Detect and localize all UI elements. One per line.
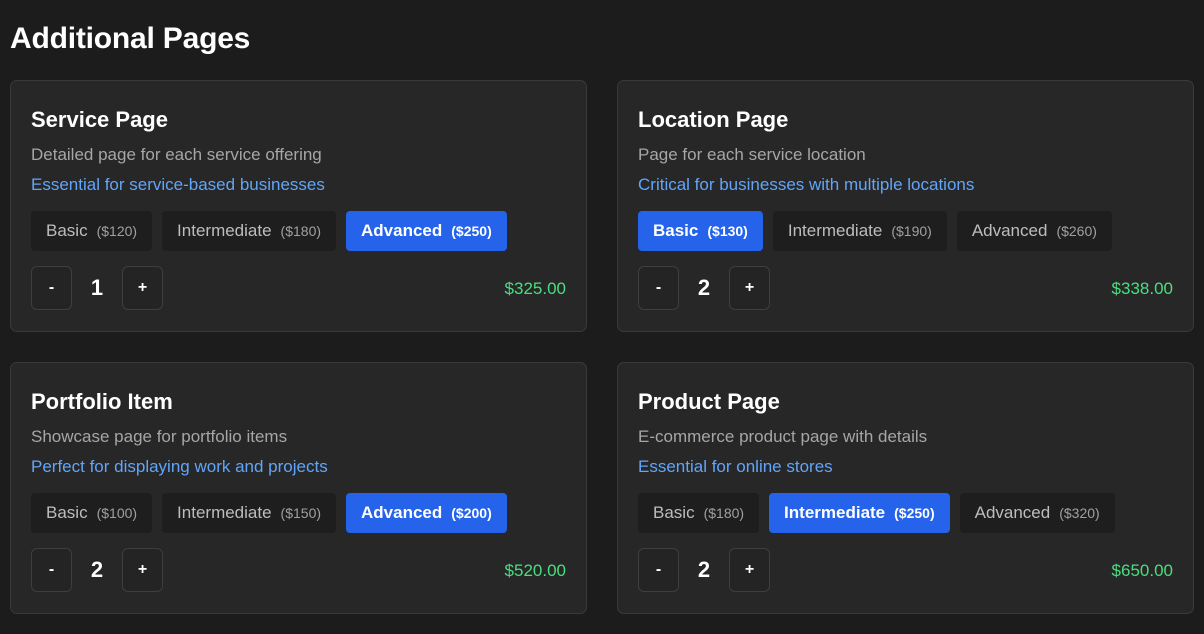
card-note: Essential for online stores [638,457,833,476]
tier-selector: Basic ($120) Intermediate ($180) Advance… [31,211,507,251]
tier-label: Advanced [974,503,1051,522]
decrement-button[interactable]: - [31,266,72,310]
card-total: $520.00 [504,561,566,580]
quantity-stepper: - 2 + [31,548,163,592]
quantity-stepper: - 2 + [638,548,770,592]
tier-label: Intermediate [787,221,883,240]
quantity-value: 1 [90,275,104,300]
quantity-value: 2 [697,557,711,582]
card-service-page: Service Page Detailed page for each serv… [10,80,587,332]
increment-button[interactable]: + [729,548,770,592]
card-note: Perfect for displaying work and projects [31,457,328,476]
tier-label: Intermediate [177,503,272,522]
tier-price: ($180) [280,223,322,239]
increment-button[interactable]: + [729,266,770,310]
card-title: Product Page [638,389,780,414]
tier-price: ($100) [96,505,138,521]
tier-advanced-button[interactable]: Advanced ($250) [346,211,507,251]
tier-price: ($200) [451,505,492,521]
tier-label: Basic [46,221,88,240]
quantity-value: 2 [697,275,711,300]
tier-price: ($190) [891,223,932,239]
card-portfolio-item: Portfolio Item Showcase page for portfol… [10,362,587,614]
quantity-stepper: - 1 + [31,266,163,310]
card-description: E-commerce product page with details [638,427,928,446]
tier-selector: Basic ($130) Intermediate ($190) Advance… [638,211,1112,251]
card-total: $338.00 [1111,279,1173,298]
tier-label: Basic [653,503,695,522]
page-title: Additional Pages [10,22,251,55]
decrement-button[interactable]: - [31,548,72,592]
tier-label: Advanced [361,221,443,240]
card-note: Critical for businesses with multiple lo… [638,175,975,194]
tier-basic-button[interactable]: Basic ($120) [31,211,153,251]
tier-intermediate-button[interactable]: Intermediate ($250) [769,493,950,533]
tier-advanced-button[interactable]: Advanced ($320) [959,493,1115,533]
decrement-button[interactable]: - [638,266,679,310]
tier-label: Intermediate [784,503,886,522]
card-title: Location Page [638,107,789,132]
tier-intermediate-button[interactable]: Intermediate ($180) [162,211,337,251]
tier-label: Intermediate [177,221,272,240]
tier-basic-button[interactable]: Basic ($180) [638,493,760,533]
card-total: $650.00 [1111,561,1173,580]
card-description: Page for each service location [638,145,866,164]
decrement-button[interactable]: - [638,548,679,592]
card-location-page: Location Page Page for each service loca… [617,80,1194,332]
tier-price: ($260) [1056,223,1097,239]
quantity-stepper: - 2 + [638,266,770,310]
tier-intermediate-button[interactable]: Intermediate ($150) [162,493,337,533]
card-note: Essential for service-based businesses [31,175,325,194]
tier-selector: Basic ($180) Intermediate ($250) Advance… [638,493,1115,533]
tier-basic-button[interactable]: Basic ($100) [31,493,153,533]
tier-intermediate-button[interactable]: Intermediate ($190) [772,211,947,251]
tier-basic-button[interactable]: Basic ($130) [638,211,763,251]
tier-advanced-button[interactable]: Advanced ($200) [346,493,507,533]
card-product-page: Product Page E-commerce product page wit… [617,362,1194,614]
tier-label: Basic [46,503,88,522]
tier-advanced-button[interactable]: Advanced ($260) [956,211,1112,251]
quantity-value: 2 [90,557,104,582]
tier-price: ($180) [703,505,745,521]
card-description: Detailed page for each service offering [31,145,322,164]
tier-price: ($320) [1059,505,1100,521]
card-title: Portfolio Item [31,389,173,414]
tier-price: ($250) [451,223,492,239]
pages-grid: Service Page Detailed page for each serv… [10,80,1194,614]
tier-price: ($250) [894,505,935,521]
tier-label: Advanced [971,221,1048,240]
tier-label: Advanced [361,503,443,522]
tier-price: ($120) [96,223,138,239]
card-description: Showcase page for portfolio items [31,427,288,446]
increment-button[interactable]: + [122,266,163,310]
tier-label: Basic [653,221,699,240]
tier-selector: Basic ($100) Intermediate ($150) Advance… [31,493,507,533]
tier-price: ($150) [280,505,322,521]
card-title: Service Page [31,107,168,132]
card-total: $325.00 [504,279,566,298]
tier-price: ($130) [707,223,748,239]
increment-button[interactable]: + [122,548,163,592]
